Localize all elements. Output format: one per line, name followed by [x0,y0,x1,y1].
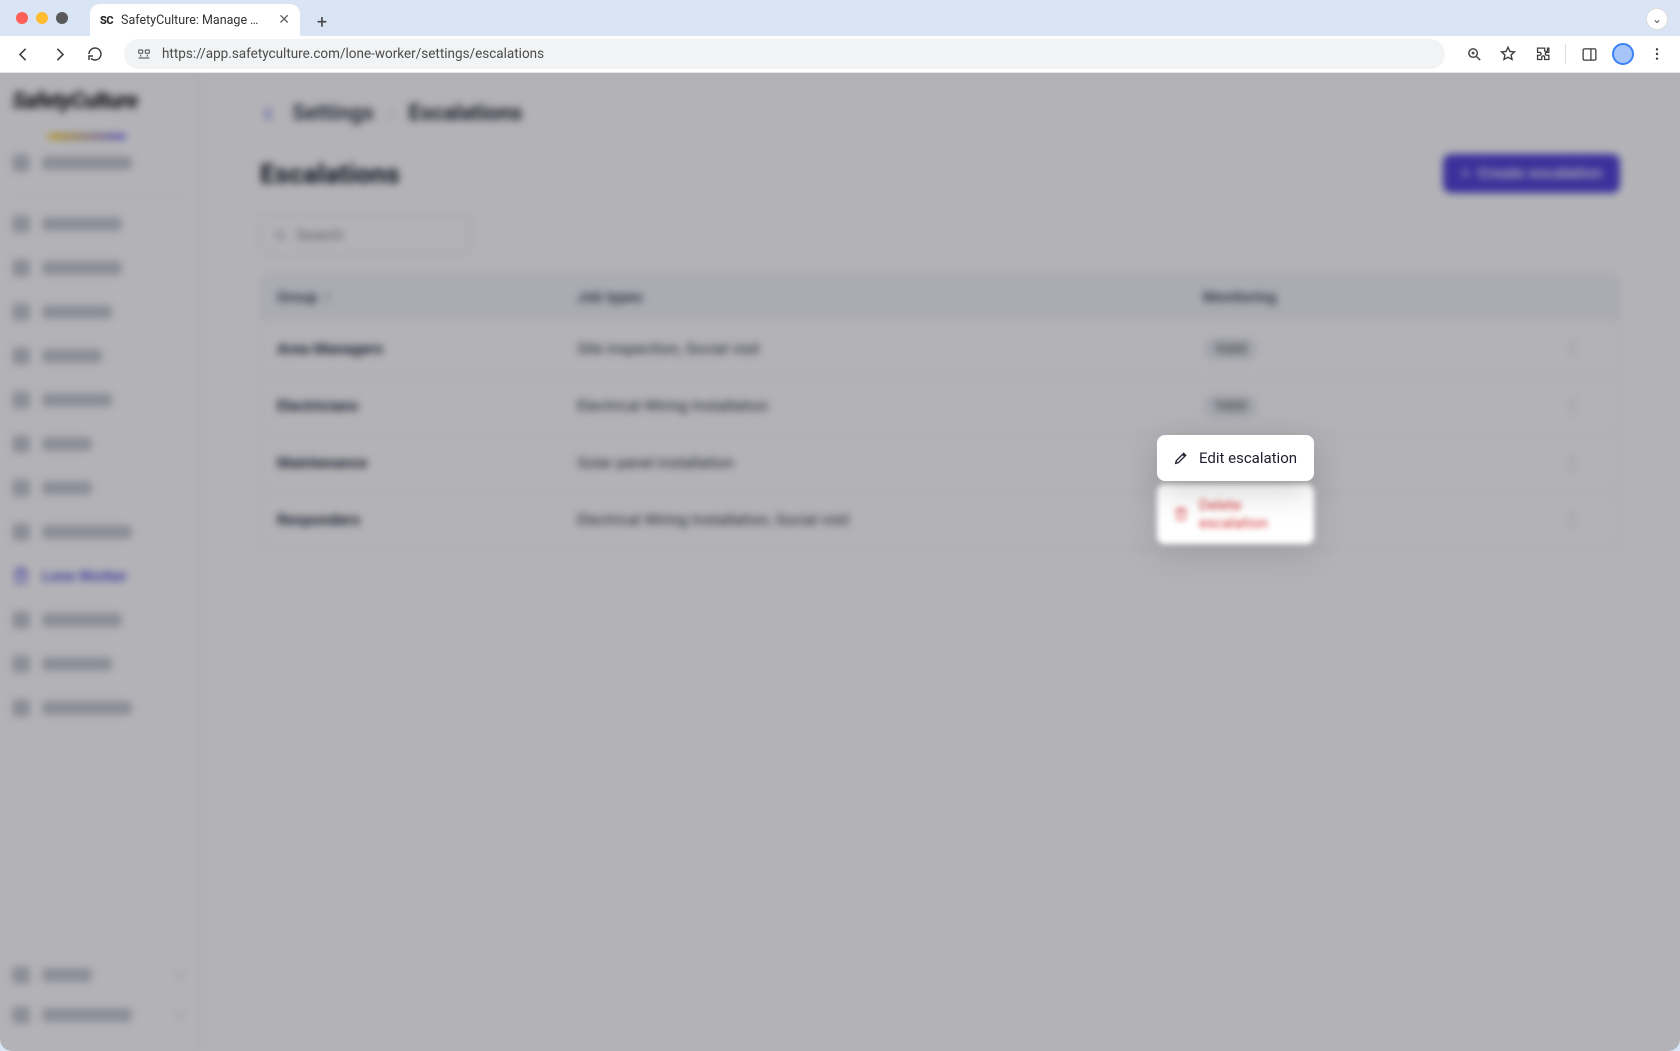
panel-icon [1581,46,1598,63]
zoom-button[interactable] [1459,39,1489,69]
browser-tab[interactable]: SC SafetyCulture: Manage Teams and... ✕ [90,4,300,36]
menu-item-label: Delete escalation [1199,496,1298,532]
tabs-dropdown-button[interactable]: ⌄ [1646,8,1668,30]
zoom-icon [1466,46,1483,63]
tab-title: SafetyCulture: Manage Teams and... [121,13,261,28]
reload-icon [87,46,103,62]
chrome-menu-button[interactable] [1642,39,1672,69]
sidepanel-button[interactable] [1574,39,1604,69]
profile-avatar-icon [1612,43,1634,65]
menu-item-label: Edit escalation [1199,449,1297,467]
favicon-icon: SC [100,14,113,27]
close-window-button[interactable] [16,12,28,24]
new-tab-button[interactable]: + [308,8,336,36]
modal-overlay[interactable] [0,73,1680,1051]
pencil-icon [1173,450,1189,466]
star-icon [1499,45,1517,63]
trash-icon [1173,506,1189,522]
back-button[interactable] [8,39,38,69]
forward-button[interactable] [44,39,74,69]
toolbar-divider [1565,44,1566,64]
window-controls [8,0,80,36]
minimize-window-button[interactable] [36,12,48,24]
puzzle-icon [1534,46,1551,63]
site-controls-icon[interactable] [136,46,152,62]
browser-chrome: SC SafetyCulture: Manage Teams and... ✕ … [0,0,1680,73]
row-actions-menu: Edit escalation [1157,435,1314,481]
row-menu-edit[interactable]: Edit escalation [1157,435,1314,481]
extensions-button[interactable] [1527,39,1557,69]
profile-button[interactable] [1608,39,1638,69]
arrow-left-icon [15,46,32,63]
close-tab-icon[interactable]: ✕ [278,12,290,28]
reload-button[interactable] [80,39,110,69]
address-bar[interactable]: https://app.safetyculture.com/lone-worke… [124,39,1445,69]
bookmark-button[interactable] [1493,39,1523,69]
url-text: https://app.safetyculture.com/lone-worke… [162,46,1433,62]
row-menu-delete[interactable]: Delete escalation [1157,484,1314,544]
kebab-icon [1649,46,1665,62]
arrow-right-icon [51,46,68,63]
tab-strip: SC SafetyCulture: Manage Teams and... ✕ … [0,0,1680,36]
app-viewport: SafetyCulture Lone Worker › [0,73,1680,1051]
toolbar-right [1459,39,1672,69]
maximize-window-button[interactable] [56,12,68,24]
browser-toolbar: https://app.safetyculture.com/lone-worke… [0,36,1680,73]
